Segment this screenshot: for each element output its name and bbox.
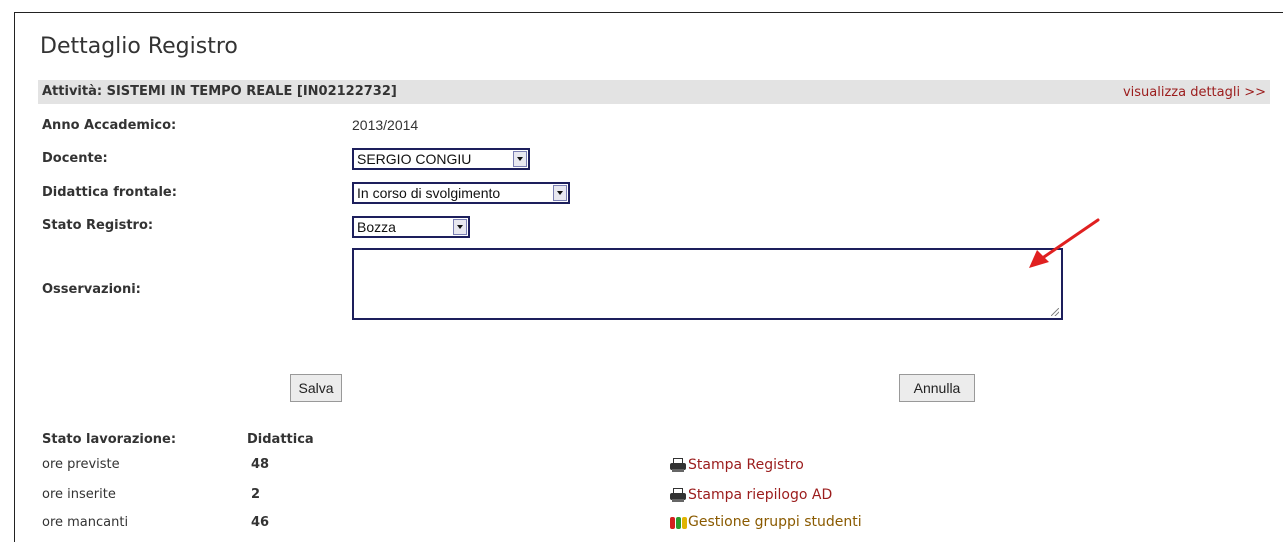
anno-value: 2013/2014	[352, 117, 419, 133]
stampa-riepilogo-label: Stampa riepilogo AD	[688, 487, 833, 503]
summary-row-label: ore previste	[42, 457, 120, 472]
summary-header-right: Didattica	[247, 432, 314, 447]
stampa-registro-link[interactable]: Stampa Registro	[669, 457, 804, 473]
docente-label: Docente:	[42, 151, 108, 166]
gestione-gruppi-label: Gestione gruppi studenti	[688, 514, 862, 530]
activity-label: Attività: SISTEMI IN TEMPO REALE [IN0212…	[42, 84, 397, 99]
activity-bar: Attività: SISTEMI IN TEMPO REALE [IN0212…	[38, 80, 1270, 104]
chevron-down-icon[interactable]	[553, 185, 567, 201]
chevron-down-icon[interactable]	[513, 151, 527, 167]
chevron-down-icon[interactable]	[453, 219, 467, 235]
docente-select[interactable]: SERGIO CONGIU	[352, 148, 530, 170]
didattica-select[interactable]: In corso di svolgimento	[352, 182, 570, 204]
osservazioni-textarea[interactable]	[352, 248, 1063, 320]
printer-icon	[669, 487, 687, 503]
cancel-button[interactable]: Annulla	[899, 374, 975, 402]
stampa-riepilogo-link[interactable]: Stampa riepilogo AD	[669, 487, 832, 503]
stato-label: Stato Registro:	[42, 218, 154, 233]
summary-row-value: 48	[251, 457, 270, 472]
page-title: Dettaglio Registro	[40, 34, 238, 59]
summary-header-left: Stato lavorazione:	[42, 432, 177, 447]
didattica-label: Didattica frontale:	[42, 185, 177, 200]
osservazioni-label: Osservazioni:	[42, 282, 141, 297]
annotation-arrow-icon	[1029, 218, 1100, 268]
didattica-select-value: In corso di svolgimento	[357, 185, 501, 201]
docente-select-value: SERGIO CONGIU	[357, 151, 472, 167]
save-button[interactable]: Salva	[290, 374, 342, 402]
printer-icon	[669, 457, 687, 473]
resize-grip-icon[interactable]	[1051, 308, 1059, 316]
details-link[interactable]: visualizza dettagli >>	[1123, 85, 1266, 100]
group-icon	[669, 514, 687, 530]
summary-row-label: ore mancanti	[42, 515, 129, 530]
summary-row-value: 2	[251, 487, 261, 502]
gestione-gruppi-link[interactable]: Gestione gruppi studenti	[669, 514, 862, 530]
stato-select[interactable]: Bozza	[352, 216, 470, 238]
anno-label: Anno Accademico:	[42, 118, 177, 133]
summary-row-label: ore inserite	[42, 487, 116, 502]
stato-select-value: Bozza	[357, 219, 396, 235]
stampa-registro-label: Stampa Registro	[688, 457, 804, 473]
summary-row-value: 46	[251, 515, 270, 530]
